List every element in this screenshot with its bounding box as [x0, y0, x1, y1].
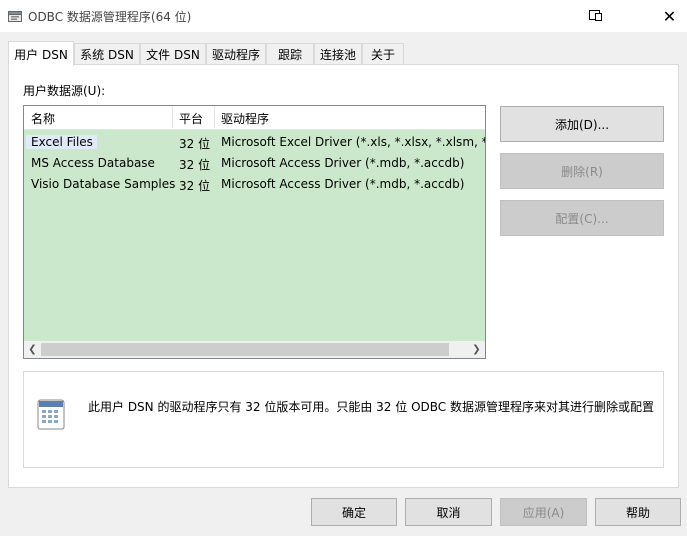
row-driver: Microsoft Access Driver (*.mdb, *.accdb) — [221, 177, 465, 191]
apply-button[interactable]: 应用(A) — [500, 498, 587, 526]
row-name: MS Access Database — [31, 156, 155, 170]
list-body: Excel Files 32 位 Microsoft Excel Driver … — [24, 130, 485, 342]
list-header: 名称 平台 驱动程序 — [24, 106, 485, 130]
scrollbar-thumb[interactable] — [41, 343, 449, 356]
tab-file-dsn[interactable]: 文件 DSN — [140, 43, 206, 64]
tab-drivers[interactable]: 驱动程序 — [206, 43, 266, 64]
tab-system-dsn[interactable]: 系统 DSN — [74, 43, 140, 64]
column-header-driver[interactable]: 驱动程序 — [221, 110, 269, 127]
row-platform: 32 位 — [179, 137, 211, 151]
user-dsn-panel: 用户数据源(U): 名称 平台 驱动程序 Excel Files 32 位 Mi… — [8, 64, 679, 488]
close-button[interactable]: ✕ — [652, 0, 687, 32]
horizontal-scrollbar[interactable]: ❮ ❯ — [24, 341, 485, 358]
ok-button[interactable]: 确定 — [311, 498, 397, 526]
info-box: 此用户 DSN 的驱动程序只有 32 位版本可用。只能由 32 位 ODBC 数… — [23, 371, 664, 468]
list-item[interactable]: MS Access Database 32 位 Microsoft Access… — [24, 153, 485, 174]
column-header-platform[interactable]: 平台 — [179, 110, 203, 127]
odbc-app-icon — [8, 11, 22, 22]
tab-tracing[interactable]: 跟踪 — [266, 43, 314, 64]
configure-button[interactable]: 配置(C)... — [500, 200, 664, 236]
column-header-name[interactable]: 名称 — [31, 110, 55, 127]
scroll-right-arrow-icon[interactable]: ❯ — [468, 341, 485, 358]
row-name: Excel Files — [26, 135, 97, 149]
context-help-icon[interactable] — [576, 0, 616, 32]
row-driver: Microsoft Access Driver (*.mdb, *.accdb) — [221, 156, 465, 170]
cancel-button[interactable]: 取消 — [405, 498, 492, 526]
title-bar: ODBC 数据源管理程序(64 位) ✕ — [0, 0, 687, 32]
tab-user-dsn[interactable]: 用户 DSN — [8, 41, 74, 66]
row-platform: 32 位 — [179, 158, 211, 172]
scroll-left-arrow-icon[interactable]: ❮ — [24, 341, 41, 358]
add-button[interactable]: 添加(D)... — [500, 106, 664, 142]
row-platform: 32 位 — [179, 179, 211, 193]
section-label: 用户数据源(U): — [23, 84, 106, 98]
row-name: Visio Database Samples — [31, 177, 176, 191]
user-data-sources-list[interactable]: 名称 平台 驱动程序 Excel Files 32 位 Microsoft Ex… — [23, 105, 486, 359]
tab-about[interactable]: 关于 — [362, 43, 404, 64]
row-driver: Microsoft Excel Driver (*.xls, *.xlsx, *… — [221, 135, 485, 149]
help-button[interactable]: 帮助 — [595, 498, 681, 526]
remove-button[interactable]: 删除(R) — [500, 153, 664, 189]
data-source-icon — [37, 399, 65, 430]
list-item[interactable]: Visio Database Samples 32 位 Microsoft Ac… — [24, 174, 485, 195]
window-title: ODBC 数据源管理程序(64 位) — [28, 10, 192, 24]
tab-connection-pooling[interactable]: 连接池 — [314, 43, 362, 64]
list-item[interactable]: Excel Files 32 位 Microsoft Excel Driver … — [24, 132, 485, 153]
info-text: 此用户 DSN 的驱动程序只有 32 位版本可用。只能由 32 位 ODBC 数… — [88, 400, 654, 414]
